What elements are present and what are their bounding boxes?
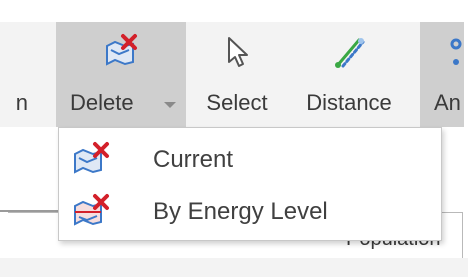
delete-split-button[interactable]: Delete <box>56 22 186 127</box>
delete-dropdown-menu: Current By Energy Level <box>58 127 442 241</box>
analysis-icon <box>450 38 462 65</box>
ribbon-toolbar: n Delete Select Distance An <box>0 22 464 127</box>
previous-ribbon-button[interactable]: n <box>0 22 30 127</box>
previous-ribbon-button-label: n <box>15 90 28 115</box>
delete-current-icon <box>74 142 109 174</box>
distance-measure-icon <box>335 38 365 68</box>
application-window: n Delete Select Distance An Current By E… <box>0 0 468 277</box>
menu-item-current[interactable]: Current <box>59 134 441 184</box>
next-ribbon-button[interactable]: An <box>420 22 464 127</box>
next-ribbon-button-label: An <box>434 90 461 115</box>
menu-item-current-label: Current <box>153 146 234 173</box>
delete-structure-icon <box>106 34 137 66</box>
panel-footer <box>0 258 468 277</box>
select-button-label: Select <box>206 90 268 115</box>
select-button[interactable]: Select <box>194 22 280 127</box>
chevron-down-icon[interactable] <box>164 102 176 108</box>
cursor-arrow-icon <box>228 37 248 67</box>
menu-item-by-energy-level-label: By Energy Level <box>153 198 328 225</box>
distance-button[interactable]: Distance <box>294 22 404 127</box>
menu-item-by-energy-level[interactable]: By Energy Level <box>59 186 441 236</box>
distance-button-label: Distance <box>306 90 392 115</box>
delete-by-energy-level-icon <box>74 194 109 226</box>
